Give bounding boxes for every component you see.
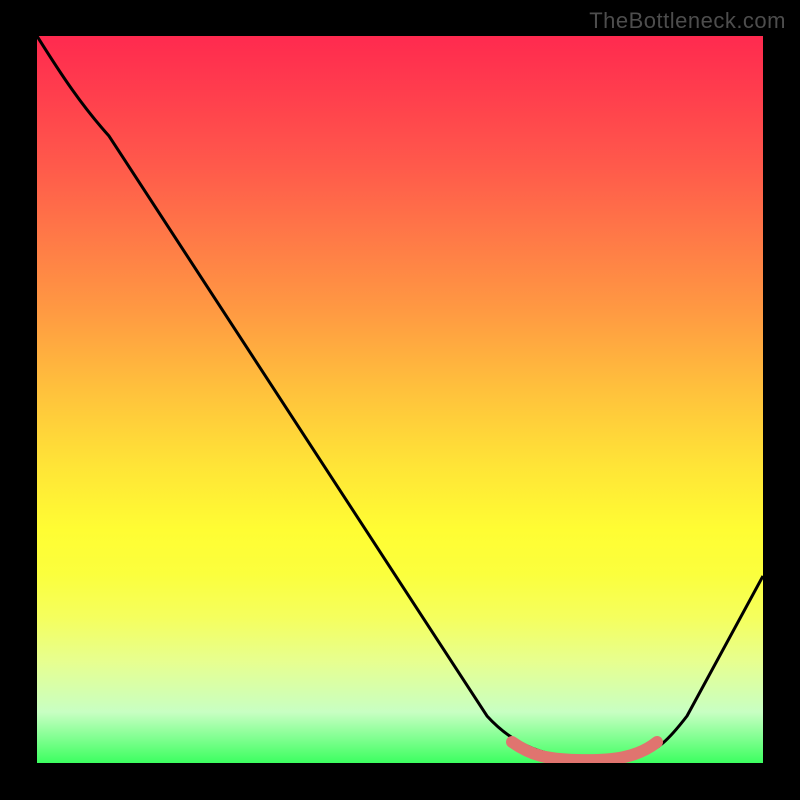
chart-frame: TheBottleneck.com: [0, 0, 800, 800]
optimal-zone-highlight: [512, 742, 657, 760]
bottleneck-curve: [37, 36, 763, 759]
watermark-text: TheBottleneck.com: [589, 8, 786, 34]
plot-area: [37, 36, 763, 763]
chart-svg: [37, 36, 763, 763]
